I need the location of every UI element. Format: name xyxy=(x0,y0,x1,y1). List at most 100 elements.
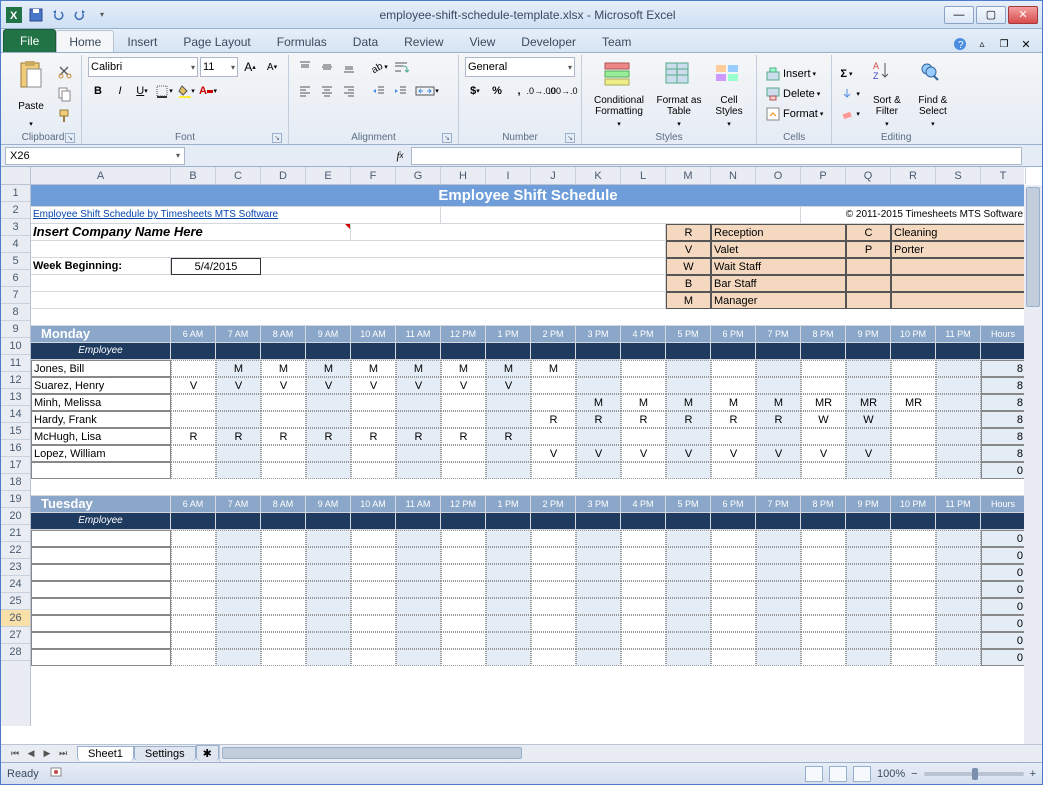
minimize-ribbon-icon[interactable]: ▵ xyxy=(974,36,990,52)
macro-record-icon[interactable] xyxy=(49,765,63,782)
align-left-icon[interactable] xyxy=(295,81,315,101)
sheet-tab-sheet1[interactable]: Sheet1 xyxy=(77,746,134,761)
clear-button[interactable]: ▾ xyxy=(838,104,862,124)
grow-font-icon[interactable]: A▴ xyxy=(240,57,260,77)
excel-icon[interactable]: X xyxy=(5,6,23,24)
align-top-icon[interactable] xyxy=(295,57,315,77)
increase-indent-icon[interactable] xyxy=(391,81,411,101)
svg-text:A: A xyxy=(873,61,879,71)
close-button[interactable]: ✕ xyxy=(1008,6,1038,24)
insert-cells-button[interactable]: Insert ▾ xyxy=(763,64,825,84)
decrease-indent-icon[interactable] xyxy=(369,81,389,101)
cut-icon[interactable] xyxy=(55,62,75,82)
cell-styles-button[interactable]: Cell Styles▾ xyxy=(708,57,750,131)
align-bottom-icon[interactable] xyxy=(339,57,359,77)
ribbon: Paste ▾ Clipboard↘ Calibri▾ 11▾ A▴ A▾ xyxy=(1,53,1042,145)
tab-developer[interactable]: Developer xyxy=(508,30,589,52)
qat-customize-icon[interactable]: ▾ xyxy=(93,6,111,24)
tab-prev-icon[interactable]: ◀ xyxy=(23,747,39,761)
find-select-button[interactable]: Find & Select▾ xyxy=(912,57,954,131)
select-all-corner[interactable] xyxy=(1,167,31,185)
fill-button[interactable]: ▾ xyxy=(838,84,862,104)
zoom-in-icon[interactable]: + xyxy=(1030,768,1036,780)
sort-filter-button[interactable]: AZSort & Filter▾ xyxy=(866,57,908,131)
shrink-font-icon[interactable]: A▾ xyxy=(262,57,282,77)
tab-first-icon[interactable]: ⏮ xyxy=(7,747,23,761)
format-painter-icon[interactable] xyxy=(55,106,75,126)
maximize-button[interactable]: ▢ xyxy=(976,6,1006,24)
close-workbook-icon[interactable]: ✕ xyxy=(1018,36,1034,52)
vertical-scrollbar[interactable] xyxy=(1024,185,1042,744)
tab-page-layout[interactable]: Page Layout xyxy=(170,30,263,52)
tab-view[interactable]: View xyxy=(457,30,509,52)
wrap-text-icon[interactable] xyxy=(391,57,411,77)
decrease-decimal-icon[interactable]: .00→.0 xyxy=(553,81,573,101)
title-bar: X ▾ employee-shift-schedule-template.xls… xyxy=(1,1,1042,29)
zoom-level[interactable]: 100% xyxy=(877,768,905,780)
fill-color-icon[interactable]: ▾ xyxy=(176,81,196,101)
delete-cells-button[interactable]: Delete ▾ xyxy=(763,84,825,104)
align-middle-icon[interactable] xyxy=(317,57,337,77)
row-headers[interactable]: 1234567891011121314151617181920212223242… xyxy=(1,185,31,726)
align-center-icon[interactable] xyxy=(317,81,337,101)
tab-insert[interactable]: Insert xyxy=(114,30,170,52)
autosum-button[interactable]: Σ ▾ xyxy=(838,64,862,84)
sheet-tab-bar: ⏮ ◀ ▶ ⏭ Sheet1 Settings ✱ xyxy=(1,744,1042,762)
horizontal-scrollbar[interactable] xyxy=(219,745,1042,762)
restore-window-icon[interactable]: ❐ xyxy=(996,36,1012,52)
group-styles: Conditional Formatting▾ Format as Table▾… xyxy=(582,55,757,144)
fx-icon[interactable]: fx xyxy=(389,147,411,165)
font-color-icon[interactable]: A▾ xyxy=(198,81,218,101)
formula-bar[interactable] xyxy=(411,147,1022,165)
undo-icon[interactable] xyxy=(49,6,67,24)
italic-icon[interactable]: I xyxy=(110,81,130,101)
minimize-button[interactable]: ― xyxy=(944,6,974,24)
zoom-out-icon[interactable]: − xyxy=(911,768,917,780)
sheet-tab-settings[interactable]: Settings xyxy=(134,746,196,761)
tab-review[interactable]: Review xyxy=(391,30,456,52)
status-bar: Ready 100% − + xyxy=(1,762,1042,784)
zoom-slider[interactable] xyxy=(924,772,1024,776)
clipboard-launcher-icon[interactable]: ↘ xyxy=(65,133,75,143)
page-break-view-icon[interactable] xyxy=(853,766,871,782)
format-cells-button[interactable]: Format ▾ xyxy=(763,104,825,124)
name-box[interactable]: X26▾ xyxy=(5,147,185,165)
align-right-icon[interactable] xyxy=(339,81,359,101)
tab-home[interactable]: Home xyxy=(56,30,114,52)
svg-text:Z: Z xyxy=(873,71,879,81)
help-icon[interactable]: ? xyxy=(952,36,968,52)
font-launcher-icon[interactable]: ↘ xyxy=(272,133,282,143)
tab-file[interactable]: File xyxy=(3,29,56,52)
page-layout-view-icon[interactable] xyxy=(829,766,847,782)
tab-last-icon[interactable]: ⏭ xyxy=(55,747,71,761)
merge-center-icon[interactable]: ▾ xyxy=(413,81,441,101)
grid[interactable]: Employee Shift ScheduleEmployee Shift Sc… xyxy=(31,185,1024,744)
conditional-formatting-button[interactable]: Conditional Formatting▾ xyxy=(588,57,650,131)
tab-next-icon[interactable]: ▶ xyxy=(39,747,55,761)
border-icon[interactable]: ▾ xyxy=(154,81,174,101)
percent-icon[interactable]: % xyxy=(487,81,507,101)
bold-icon[interactable]: B xyxy=(88,81,108,101)
number-launcher-icon[interactable]: ↘ xyxy=(565,133,575,143)
column-headers[interactable]: ABCDEFGHIJKLMNOPQRST xyxy=(31,167,1024,185)
font-size-combo[interactable]: 11▾ xyxy=(200,57,238,77)
alignment-launcher-icon[interactable]: ↘ xyxy=(442,133,452,143)
format-as-table-button[interactable]: Format as Table▾ xyxy=(654,57,704,131)
font-name-combo[interactable]: Calibri▾ xyxy=(88,57,198,77)
orientation-icon[interactable]: ab▾ xyxy=(369,57,389,77)
redo-icon[interactable] xyxy=(71,6,89,24)
normal-view-icon[interactable] xyxy=(805,766,823,782)
tab-data[interactable]: Data xyxy=(340,30,391,52)
new-sheet-icon[interactable]: ✱ xyxy=(196,745,219,761)
save-icon[interactable] xyxy=(27,6,45,24)
copy-icon[interactable] xyxy=(55,84,75,104)
tab-team[interactable]: Team xyxy=(589,30,644,52)
accounting-icon[interactable]: $▾ xyxy=(465,81,485,101)
window-title: employee-shift-schedule-template.xlsx - … xyxy=(111,8,944,22)
tab-formulas[interactable]: Formulas xyxy=(264,30,340,52)
paste-button[interactable]: Paste ▾ xyxy=(11,57,51,131)
number-format-combo[interactable]: General▾ xyxy=(465,57,575,77)
formula-bar-area: X26▾ fx xyxy=(1,145,1042,167)
underline-icon[interactable]: U▾ xyxy=(132,81,152,101)
status-ready: Ready xyxy=(7,768,39,780)
